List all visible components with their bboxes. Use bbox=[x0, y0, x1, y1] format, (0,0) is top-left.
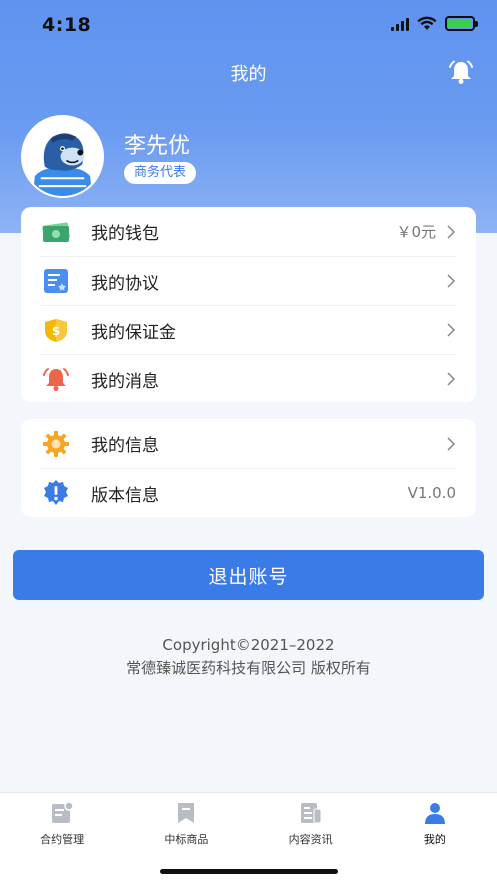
menu-item-label: 我的钱包 bbox=[91, 224, 159, 244]
user-icon bbox=[424, 803, 445, 824]
status-icons bbox=[391, 16, 478, 31]
menu-item-messages[interactable]: 我的消息 bbox=[41, 354, 456, 403]
menu-card-secondary: 我的信息 版本信息 V1.0.0 bbox=[21, 419, 476, 517]
copyright-line: Copyright©2021–2022 bbox=[162, 636, 335, 654]
notification-bell-icon[interactable] bbox=[447, 58, 475, 86]
status-bar: 4:18 bbox=[0, 0, 497, 50]
menu-item-label: 我的信息 bbox=[91, 436, 159, 456]
agreement-icon bbox=[41, 266, 71, 296]
chevron-right-icon bbox=[447, 224, 456, 239]
tab-mine[interactable]: 我的 bbox=[373, 793, 497, 883]
chevron-right-icon bbox=[447, 323, 456, 337]
battery-icon bbox=[445, 16, 478, 31]
wallet-balance: ￥0元 bbox=[396, 223, 436, 241]
logout-button[interactable]: 退出账号 bbox=[13, 550, 484, 600]
tab-label: 中标商品 bbox=[164, 833, 209, 846]
wallet-icon bbox=[41, 217, 71, 247]
menu-item-wallet[interactable]: 我的钱包 ￥0元 bbox=[41, 207, 456, 256]
menu-item-deposit[interactable]: $ 我的保证金 bbox=[41, 305, 456, 354]
chevron-right-icon bbox=[447, 274, 456, 288]
deposit-icon: $ bbox=[41, 315, 71, 345]
wifi-icon bbox=[417, 16, 437, 30]
user-name: 李先优 bbox=[124, 134, 191, 159]
menu-item-my-info[interactable]: 我的信息 bbox=[41, 419, 456, 468]
page-title: 我的 bbox=[230, 64, 267, 85]
tab-contract-management[interactable]: 合约管理 bbox=[0, 793, 124, 883]
chevron-right-icon bbox=[447, 372, 456, 386]
tab-label: 我的 bbox=[423, 833, 446, 846]
news-icon bbox=[300, 803, 322, 824]
tab-label: 合约管理 bbox=[40, 833, 85, 846]
menu-item-label: 我的协议 bbox=[91, 273, 159, 294]
bell-icon bbox=[41, 364, 71, 394]
copyright-footer: Copyright©2021–2022 常德臻诚医药科技有限公司 版权所有 bbox=[0, 634, 497, 680]
menu-item-label: 我的保证金 bbox=[91, 322, 176, 343]
menu-item-label: 我的消息 bbox=[91, 371, 159, 392]
settings-icon bbox=[41, 429, 71, 459]
tab-label: 内容资讯 bbox=[288, 833, 333, 846]
bookmark-icon bbox=[178, 803, 195, 823]
menu-card-primary: 我的钱包 ￥0元 我的协议 $ 我的保证金 我的消息 bbox=[21, 207, 476, 402]
avatar-dog-illustration bbox=[23, 117, 102, 196]
menu-item-agreement[interactable]: 我的协议 bbox=[41, 256, 456, 305]
company-line: 常德臻诚医药科技有限公司 版权所有 bbox=[126, 659, 371, 677]
avatar[interactable] bbox=[21, 115, 104, 198]
role-badge: 商务代表 bbox=[124, 162, 197, 184]
svg-text:$: $ bbox=[52, 324, 60, 338]
menu-item-version: 版本信息 V1.0.0 bbox=[41, 468, 456, 517]
app-version: V1.0.0 bbox=[407, 484, 456, 502]
menu-item-label: 版本信息 bbox=[91, 485, 159, 506]
chevron-right-icon bbox=[447, 436, 456, 451]
status-time: 4:18 bbox=[42, 14, 92, 36]
signal-icon bbox=[391, 17, 409, 31]
home-indicator bbox=[160, 869, 338, 874]
contract-icon bbox=[52, 801, 74, 823]
info-icon bbox=[41, 478, 71, 508]
